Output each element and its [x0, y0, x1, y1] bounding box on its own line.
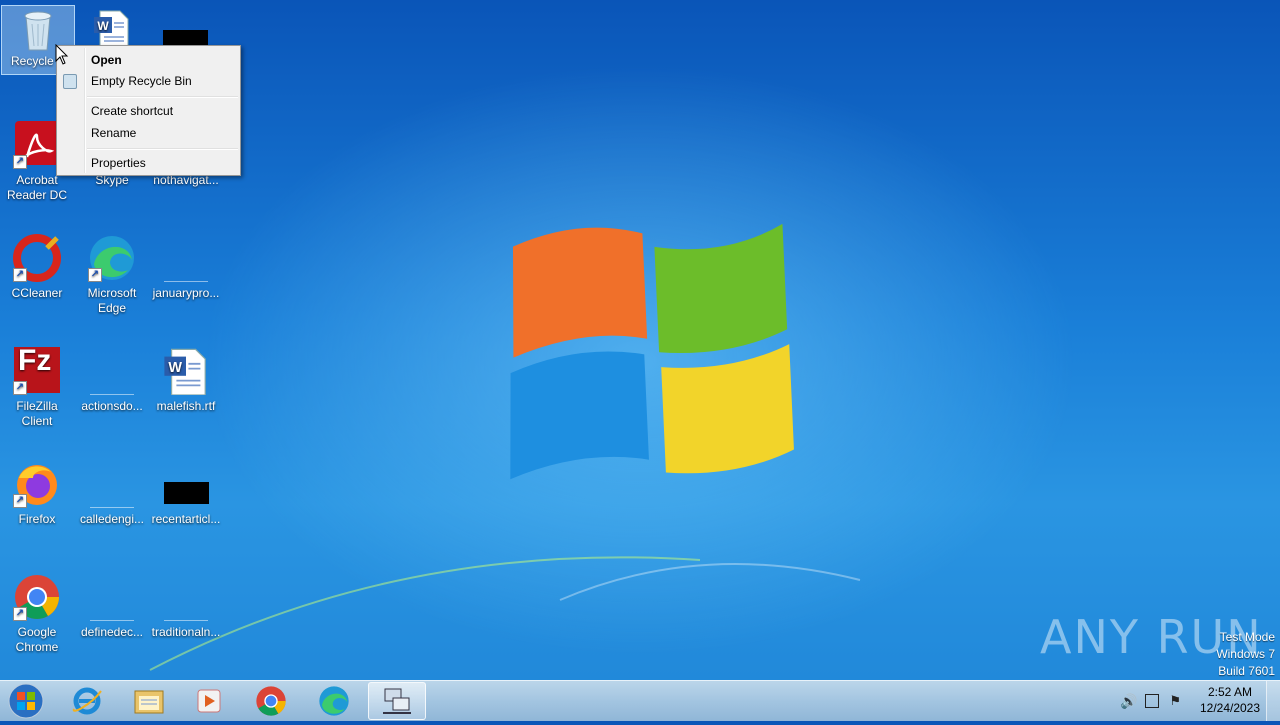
word-document-icon: W — [92, 9, 132, 50]
malefish-rtf-desktop-icon[interactable]: W malefish.rtf — [149, 341, 223, 441]
shortcut-arrow-icon: ↗ — [13, 155, 27, 169]
definedec-desktop-icon[interactable]: definedec... — [75, 567, 149, 667]
action-center-flag-icon[interactable]: ⚑ — [1169, 693, 1181, 709]
taskbar-file-explorer[interactable] — [120, 682, 178, 720]
calledengi-desktop-icon[interactable]: calledengi... — [75, 454, 149, 554]
start-button[interactable] — [6, 682, 46, 720]
acrobat-icon: ↗ — [13, 121, 61, 169]
system-tray: 🔊 ⚑ — [1120, 681, 1181, 721]
shortcut-arrow-icon: ↗ — [13, 268, 27, 282]
blank-file-icon — [88, 460, 136, 508]
icon-label: Acrobat Reader DC — [6, 173, 68, 202]
traditionaln-desktop-icon[interactable]: traditionaln... — [149, 567, 223, 667]
chrome-icon — [256, 686, 286, 716]
icon-label: malefish.rtf — [156, 399, 216, 413]
filezilla-desktop-icon[interactable]: Fz ↗ FileZilla Client — [0, 341, 74, 441]
shortcut-arrow-icon: ↗ — [13, 381, 27, 395]
menu-item-label: Empty Recycle Bin — [91, 74, 192, 88]
google-chrome-desktop-icon[interactable]: ↗ Google Chrome — [0, 567, 74, 667]
blacked-out-file-icon — [162, 460, 210, 508]
taskbar-edge[interactable] — [305, 682, 363, 720]
menu-item-rename[interactable]: Rename — [59, 122, 238, 144]
start-orb-icon — [8, 683, 44, 719]
ccleaner-desktop-icon[interactable]: ↗ CCleaner — [0, 228, 74, 328]
icon-label: Microsoft Edge — [87, 286, 137, 315]
file-explorer-icon — [134, 690, 164, 714]
icon-label: actionsdo... — [81, 399, 143, 413]
ccleaner-icon: ↗ — [13, 234, 61, 282]
blank-file-icon — [88, 573, 136, 621]
icon-label: CCleaner — [11, 286, 63, 300]
filezilla-icon: Fz ↗ — [13, 346, 61, 395]
media-player-icon — [197, 689, 221, 713]
menu-item-open[interactable]: Open — [59, 49, 238, 71]
icon-label: januarypro... — [152, 286, 220, 300]
os-name-line: Windows 7 — [1216, 647, 1275, 661]
network-app-icon — [383, 688, 411, 714]
word-document-icon: W — [162, 347, 210, 396]
icon-label: Google Chrome — [15, 625, 59, 654]
mouse-cursor-icon — [55, 44, 69, 65]
recycle-bin-icon — [18, 8, 58, 52]
internet-explorer-icon — [72, 687, 102, 715]
hidden-file-desktop-icon[interactable] — [149, 5, 223, 48]
clock[interactable]: 2:52 AM 12/24/2023 — [1192, 684, 1268, 716]
network-icon[interactable] — [1145, 694, 1160, 708]
firefox-desktop-icon[interactable]: ↗ Firefox — [0, 454, 74, 554]
taskbar: 🔊 ⚑ 2:52 AM 12/24/2023 — [0, 680, 1280, 721]
edge-icon: ↗ — [88, 234, 136, 282]
icon-label: traditionaln... — [151, 625, 221, 639]
build-line: Build 7601 — [1218, 664, 1275, 678]
shortcut-arrow-icon: ↗ — [88, 268, 102, 282]
recentarticl-desktop-icon[interactable]: recentarticl... — [149, 454, 223, 554]
clock-time: 2:52 AM — [1207, 685, 1253, 699]
shortcut-arrow-icon: ↗ — [13, 494, 27, 508]
clock-date: 12/24/2023 — [1199, 701, 1261, 715]
show-desktop-button[interactable] — [1266, 681, 1280, 721]
test-mode-line: Test Mode — [1219, 630, 1275, 644]
blank-file-icon — [88, 347, 136, 395]
blank-file-icon — [162, 234, 210, 282]
taskbar-chrome[interactable] — [242, 682, 300, 720]
volume-icon[interactable]: 🔊 — [1120, 693, 1137, 710]
shortcut-arrow-icon: ↗ — [13, 607, 27, 621]
recycle-bin-icon — [63, 74, 77, 89]
menu-separator — [87, 148, 238, 150]
svg-text:W: W — [168, 360, 182, 376]
icon-label: Firefox — [18, 512, 56, 526]
icon-label: definedec... — [80, 625, 144, 639]
taskbar-media-player[interactable] — [180, 682, 238, 720]
chrome-icon: ↗ — [13, 573, 61, 621]
edge-icon — [319, 686, 349, 716]
svg-text:W: W — [97, 19, 109, 33]
test-mode-notice: Test Mode Windows 7 Build 7601 — [1216, 629, 1275, 680]
icon-label: recentarticl... — [151, 512, 221, 526]
actionsdo-desktop-icon[interactable]: actionsdo... — [75, 341, 149, 441]
word-document-desktop-icon[interactable]: W — [75, 5, 149, 50]
blank-file-icon — [162, 573, 210, 621]
firefox-icon: ↗ — [13, 460, 61, 508]
menu-item-create-shortcut[interactable]: Create shortcut — [59, 100, 238, 122]
icon-label: calledengi... — [79, 512, 145, 526]
microsoft-edge-desktop-icon[interactable]: ↗ Microsoft Edge — [75, 228, 149, 328]
taskbar-internet-explorer[interactable] — [58, 682, 116, 720]
menu-item-empty-recycle-bin[interactable]: Empty Recycle Bin — [59, 70, 238, 92]
menu-separator — [87, 96, 238, 98]
menu-item-properties[interactable]: Properties — [59, 152, 238, 174]
context-menu: Open Empty Recycle Bin Create shortcut R… — [56, 45, 241, 176]
icon-label: FileZilla Client — [16, 399, 58, 428]
taskbar-network-app[interactable] — [368, 682, 426, 720]
desktop[interactable]: Recycle B W ↗ Acrobat Reader DC Skype no… — [0, 0, 1280, 680]
januarypro-desktop-icon[interactable]: januarypro... — [149, 228, 223, 328]
